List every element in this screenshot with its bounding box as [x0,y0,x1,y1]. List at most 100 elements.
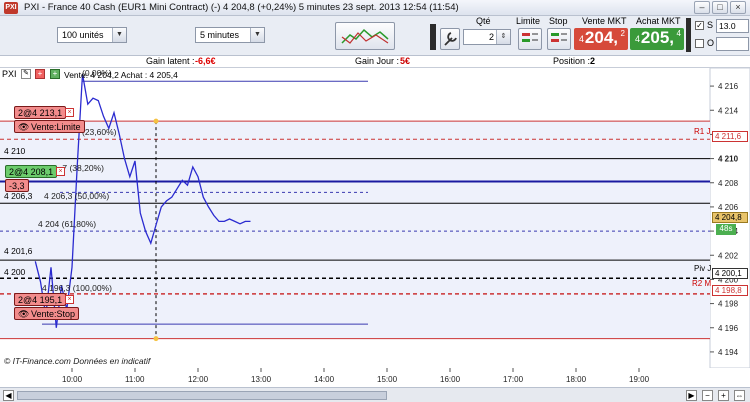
s-label: S [707,20,714,30]
units-select[interactable]: 100 unités ▼ [57,27,127,43]
sell-price-decimal: 2 [620,29,625,38]
copyright-footer: © IT-Finance.com Données en indicatif [4,356,151,366]
qty-label: Qté [476,16,491,26]
close-icon[interactable]: × [65,108,74,117]
gain-latent-value: -6,6€ [195,56,216,66]
chevron-down-icon[interactable]: ▼ [112,28,126,42]
x-tick-label: 10:00 [62,375,83,384]
eye-icon: 👁 [18,122,30,132]
y-tick-label: 4 206 [718,203,739,212]
fib-label-100: 4 196,3 (100,00%) [42,283,112,293]
panel-handle[interactable] [686,18,691,52]
limit-order-type-label: Vente:Limite [31,122,81,132]
x-tick-label: 13:00 [251,375,272,384]
window-title: PXI - France 40 Cash (EUR1 Mini Contract… [24,2,459,13]
r1-price-tag: 4 211,6 [712,131,748,142]
fib-label-61: 4 204 (61,80%) [38,219,97,229]
buy-market-button[interactable]: 4 205, 4 [630,28,684,50]
close-button[interactable]: × [730,1,746,14]
limit-order-icon [522,33,538,42]
maximize-button[interactable]: □ [712,1,728,14]
y-tick-label: 4 196 [718,324,739,333]
y-tick-label: 4 216 [718,82,739,91]
x-tick-label: 12:00 [188,375,209,384]
x-tick-label: 16:00 [440,375,461,384]
s-checkbox[interactable]: ✓ [695,21,704,30]
wrench-button[interactable] [440,28,460,50]
buy-label: Achat MKT [636,16,681,26]
bar-timer-badge: 48s [716,224,736,235]
x-tick-label: 11:00 [125,375,145,384]
period-select[interactable]: 5 minutes ▼ [195,27,265,43]
position-tag[interactable]: 2@4 208,1 [5,165,58,178]
level-label-4201: 4 201,6 [4,246,33,256]
stop-order-icon [551,33,567,42]
add-order-icon[interactable]: + [50,69,60,79]
crosshair-top-dot [153,118,159,124]
fit-icon[interactable]: ⇔ [734,390,745,401]
edit-icon[interactable]: ✎ [21,69,31,79]
collapse-handle[interactable] [430,24,436,50]
sell-price-prefix: 4 [579,34,585,44]
r1-label: R1 J [694,127,711,136]
s-value: 13.0 [719,21,736,31]
chart-scrollbar[interactable]: ◀ ▶ − + ⇔ [0,387,750,402]
s-value-field[interactable]: 13.0 [716,19,749,33]
sell-market-button[interactable]: 4 204, 2 [574,28,628,50]
fib-label-0: (0,00%) [82,68,112,78]
o-label: O [707,38,715,48]
position-pl-tag: -3,3 [5,179,29,192]
app-logo-icon: PXI [4,2,18,14]
x-tick-label: 14:00 [314,375,335,384]
fib-zone [0,121,710,339]
gain-jour-label: Gain Jour : [355,56,400,66]
fib-label-23: (23,60%) [82,127,117,137]
x-tick-label: 15:00 [377,375,398,384]
scroll-right-icon[interactable]: ▶ [686,390,697,401]
y-tick-label: 4 202 [718,251,739,260]
limit-order-type[interactable]: 👁 Vente:Limite [14,120,85,133]
scroll-thumb[interactable] [17,391,387,400]
strategy-button[interactable] [335,22,395,50]
chart-canvas[interactable]: 4 2164 2144 2124 2104 2084 2064 2044 202… [0,68,750,402]
piv-price-tag: 4 200,1 [712,268,748,279]
period-select-value: 5 minutes [200,30,240,40]
scroll-left-icon[interactable]: ◀ [3,390,14,401]
o-checkbox[interactable] [695,39,704,48]
chevron-down-icon[interactable]: ▼ [250,28,264,42]
zoom-in-icon[interactable]: + [718,390,729,401]
fib-label-38: ,7 (38,20%) [60,163,104,173]
x-tick-label: 17:00 [503,375,524,384]
stop-label: Stop [549,16,568,26]
limit-label: Limite [516,16,541,26]
chart-symbol-label: PXI [2,69,17,79]
close-icon[interactable]: × [65,295,74,304]
stop-order-tag[interactable]: 2@4 195,1 [14,293,67,306]
price-chart[interactable]: 4 2164 2144 2124 2104 2084 2064 2044 202… [0,68,750,402]
level-label-4200: 4 200 [4,267,26,277]
buy-price-decimal: 4 [676,29,681,38]
sell-price: 204, [584,28,618,47]
stop-order-button[interactable] [547,28,571,50]
add-alert-icon[interactable]: + [35,69,45,79]
zoom-out-icon[interactable]: − [702,390,713,401]
qty-stepper[interactable]: 2 ⇕ [463,29,511,45]
gain-jour-value: 5€ [400,56,411,66]
x-tick-label: 18:00 [566,375,587,384]
buy-price-prefix: 4 [635,34,641,44]
order-toolbar: 100 unités ▼ 5 minutes ▼ Qté 2 ⇕ Limite … [0,16,750,56]
position-label: Position : [553,56,591,66]
level-label-4210: 4 210 [4,146,26,156]
stepper-arrows-icon[interactable]: ⇕ [496,30,510,44]
stop-order-type[interactable]: 👁 Vente:Stop [14,307,80,320]
o-value-field[interactable] [716,37,749,51]
close-icon[interactable]: × [56,167,65,176]
limit-order-button[interactable] [518,28,542,50]
position-value: 2 [590,56,596,66]
buy-price: 205, [640,28,674,47]
qty-value: 2 [488,32,494,42]
minimize-button[interactable]: – [694,1,710,14]
units-select-value: 100 unités [62,30,104,40]
limit-order-tag[interactable]: 2@4 213,1 [14,106,67,119]
sell-label: Vente MKT [582,16,627,26]
